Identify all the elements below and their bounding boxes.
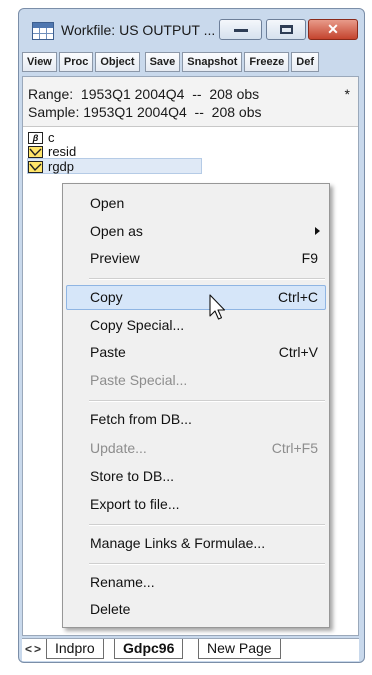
menu-item-label: Delete [90,601,131,617]
modified-marker: * [344,86,350,102]
menu-item-shortcut: Ctrl+F5 [271,440,318,456]
menu-item-label: Copy [90,289,123,305]
menu-item-paste[interactable]: Paste Ctrl+V [66,340,326,365]
range-line: Range: 1953Q1 2004Q4 -- 208 obs [28,86,260,102]
toolbar: View Proc Object Save Snapshot Freeze Def [22,52,359,74]
menu-separator [89,278,325,280]
coef-icon: β [28,132,43,144]
menu-item-copy[interactable]: Copy Ctrl+C [66,285,326,310]
tab-scroll-left-button[interactable]: < [25,642,32,656]
minimize-icon [234,29,248,32]
object-label: resid [48,144,77,159]
menu-item-open-as[interactable]: Open as [66,219,326,244]
menu-item-label: Paste [90,344,126,360]
object-label: c [48,130,55,145]
menu-separator [89,400,325,402]
menu-item-label: Export to file... [90,496,180,512]
menu-item-paste-special: Paste Special... [66,368,326,393]
menu-separator [89,563,325,565]
menu-item-label: Rename... [90,574,155,590]
menu-item-label: Manage Links & Formulae... [90,535,266,551]
object-label: rgdp [48,159,75,174]
title-bar[interactable]: Workfile: US OUTPUT ... ✕ [19,9,364,49]
window-title: Workfile: US OUTPUT ... [61,22,216,38]
menu-item-store-to-db[interactable]: Store to DB... [66,464,326,489]
close-icon: ✕ [327,21,339,37]
workfile-icon [32,22,54,40]
menu-item-label: Paste Special... [90,372,188,388]
menu-separator [89,524,325,526]
menu-item-manage-links[interactable]: Manage Links & Formulae... [66,531,326,556]
tab-gdpc96[interactable]: Gdpc96 [114,639,184,659]
sample-line: Sample: 1953Q1 2004Q4 -- 208 obs [28,104,262,120]
save-button[interactable]: Save [144,52,181,72]
series-icon [28,146,43,158]
menu-item-export-to-file[interactable]: Export to file... [66,492,326,517]
menu-item-label: Open [90,195,125,211]
submenu-arrow-icon [315,227,320,235]
menu-item-shortcut: F9 [301,250,318,266]
view-button[interactable]: View [22,52,57,72]
menu-item-label: Fetch from DB... [90,411,192,427]
tab-new-page[interactable]: New Page [198,639,281,659]
menu-item-shortcut: Ctrl+C [277,289,318,305]
menu-item-label: Store to DB... [90,468,175,484]
context-menu: Open Open as Preview F9 Copy Ctrl+C Copy… [62,183,330,628]
maximize-icon [280,25,293,34]
object-item-rgdp[interactable]: rgdp [27,158,202,174]
tab-scroll-right-button[interactable]: > [34,642,41,656]
maximize-button[interactable] [266,19,306,40]
details-button[interactable]: Def [291,52,319,72]
menu-item-delete[interactable]: Delete [66,597,326,622]
object-button[interactable]: Object [95,52,140,72]
menu-item-label: Preview [90,250,140,266]
mouse-pointer-icon [209,294,226,320]
tab-indpro[interactable]: Indpro [46,639,104,659]
menu-item-label: Open as [90,223,143,239]
close-button[interactable]: ✕ [308,19,358,40]
menu-item-preview[interactable]: Preview F9 [66,246,326,271]
freeze-button[interactable]: Freeze [244,52,290,72]
menu-item-shortcut: Ctrl+V [278,344,318,360]
range-info-panel[interactable]: Range: 1953Q1 2004Q4 -- 208 obs Sample: … [23,77,358,127]
menu-item-label: Copy Special... [90,317,185,333]
menu-item-update: Update... Ctrl+F5 [66,436,326,461]
snapshot-button[interactable]: Snapshot [182,52,243,72]
menu-item-rename[interactable]: Rename... [66,570,326,595]
page-tab-strip: < > Indpro Gdpc96 New Page [22,638,359,661]
menu-item-open[interactable]: Open [66,191,326,216]
series-icon [28,161,43,173]
minimize-button[interactable] [219,19,262,40]
menu-item-label: Update... [90,440,147,456]
menu-item-fetch-from-db[interactable]: Fetch from DB... [66,407,326,432]
menu-item-copy-special[interactable]: Copy Special... [66,313,326,338]
proc-button[interactable]: Proc [58,52,94,72]
